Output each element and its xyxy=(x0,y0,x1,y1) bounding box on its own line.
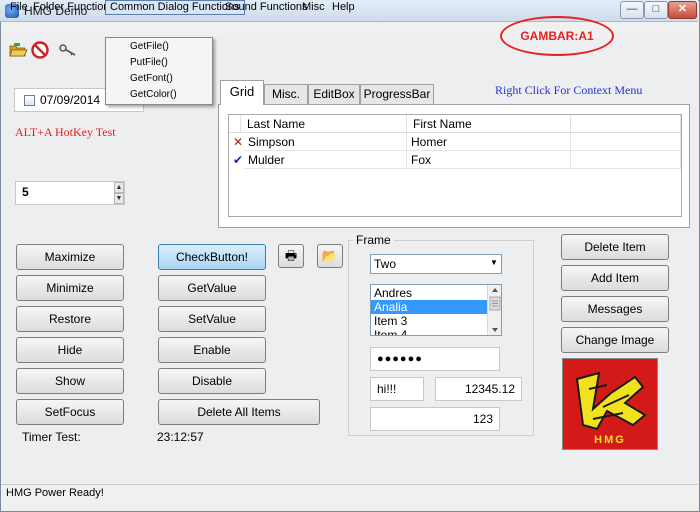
timer-label: Timer Test: xyxy=(22,430,81,444)
column-header-empty xyxy=(571,115,681,133)
status-bar xyxy=(1,484,698,510)
add-item-button[interactable]: Add Item xyxy=(561,265,669,291)
close-window-button[interactable]: ✕ xyxy=(668,1,697,19)
minimize-button[interactable]: Minimize xyxy=(16,275,124,301)
menu-help[interactable]: Help xyxy=(328,0,359,16)
folder-icon: 📂 xyxy=(321,248,339,263)
menu-item-getfile[interactable]: GetFile() xyxy=(106,39,210,55)
status-text: HMG Power Ready! xyxy=(6,487,104,499)
column-header-last-name[interactable]: Last Name xyxy=(241,115,407,133)
gambar-badge: GAMBAR:A1 xyxy=(500,16,614,56)
context-menu-hint: Right Click For Context Menu xyxy=(495,83,643,97)
maximize-button[interactable]: Maximize xyxy=(16,244,124,270)
grid-cell-empty[interactable] xyxy=(571,151,681,169)
grid-cell-first-name[interactable]: Homer xyxy=(407,133,571,151)
grid-cell-last-name[interactable]: Simpson xyxy=(244,133,407,151)
disable-button[interactable]: Disable xyxy=(158,368,266,394)
messages-button[interactable]: Messages xyxy=(561,296,669,322)
frame-label: Frame xyxy=(353,233,394,247)
show-button[interactable]: Show xyxy=(16,368,124,394)
grid-cell-first-name[interactable]: Fox xyxy=(407,151,571,169)
grid-corner xyxy=(229,115,241,133)
tab-grid[interactable]: Grid xyxy=(220,80,264,105)
menu-file[interactable]: File xyxy=(6,0,32,16)
tab-progressbar[interactable]: ProgressBar xyxy=(360,84,434,104)
menu-misc[interactable]: Misc xyxy=(298,0,329,16)
change-image-button[interactable]: Change Image xyxy=(561,327,669,353)
password-field[interactable]: ●●●●●● xyxy=(370,347,500,371)
spinner-value: 5 xyxy=(22,185,29,199)
enable-button[interactable]: Enable xyxy=(158,337,266,363)
spinner-up-button[interactable]: ▲ xyxy=(114,182,124,193)
restore-button[interactable]: Restore xyxy=(16,306,124,332)
text-field[interactable]: hi!!! xyxy=(370,377,424,401)
setfocus-button[interactable]: SetFocus xyxy=(16,399,124,425)
delete-all-items-button[interactable]: Delete All Items xyxy=(158,399,320,425)
grid-cell-empty[interactable] xyxy=(571,133,681,151)
list-scrollbar[interactable] xyxy=(487,285,501,335)
printer-icon: 🖶 xyxy=(284,248,298,263)
menu-item-getfont[interactable]: GetFont() xyxy=(106,71,210,87)
menu-item-getcolor[interactable]: GetColor() xyxy=(106,87,210,103)
hotkey-label: ALT+A HotKey Test xyxy=(15,125,116,139)
tab-misc[interactable]: Misc. xyxy=(264,84,308,104)
list-item[interactable]: Item 4 xyxy=(371,328,487,335)
spinner-input[interactable] xyxy=(15,181,125,205)
date-value: 07/09/2014 xyxy=(40,93,101,107)
column-header-first-name[interactable]: First Name xyxy=(407,115,571,133)
no-entry-icon[interactable] xyxy=(30,40,50,60)
hide-button[interactable]: Hide xyxy=(16,337,124,363)
minimize-window-button[interactable]: — xyxy=(620,1,644,19)
tab-editbox[interactable]: EditBox xyxy=(308,84,360,104)
print-button[interactable]: 🖶 xyxy=(278,244,304,268)
chevron-down-icon[interactable]: ▼ xyxy=(488,256,500,270)
date-checkbox[interactable] xyxy=(24,95,35,106)
logo-text: HMG xyxy=(594,434,626,446)
open-folder-button[interactable]: 📂 xyxy=(317,244,343,268)
integer-field[interactable]: 123 xyxy=(370,407,500,431)
numeric-field[interactable]: 12345.12 xyxy=(435,377,522,401)
folder-open-icon[interactable] xyxy=(8,40,28,60)
key-icon[interactable] xyxy=(58,40,78,60)
setvalue-button[interactable]: SetValue xyxy=(158,306,266,332)
menu-item-putfile[interactable]: PutFile() xyxy=(106,55,210,71)
timer-value: 23:12:57 xyxy=(157,430,204,444)
list-item[interactable]: Item 3 xyxy=(371,314,487,328)
delete-item-button[interactable]: Delete Item xyxy=(561,234,669,260)
check-button[interactable]: CheckButton! xyxy=(158,244,266,270)
list-item[interactable]: Andres xyxy=(371,286,487,300)
grid-cell-last-name[interactable]: Mulder xyxy=(244,151,407,169)
list-item-selected[interactable]: Analia xyxy=(371,300,487,314)
spinner-down-button[interactable]: ▼ xyxy=(114,193,124,204)
combo-value: Two xyxy=(374,257,397,271)
hmg-logo-image: HMG xyxy=(562,358,658,450)
getvalue-button[interactable]: GetValue xyxy=(158,275,266,301)
maximize-window-button[interactable]: □ xyxy=(644,1,668,19)
